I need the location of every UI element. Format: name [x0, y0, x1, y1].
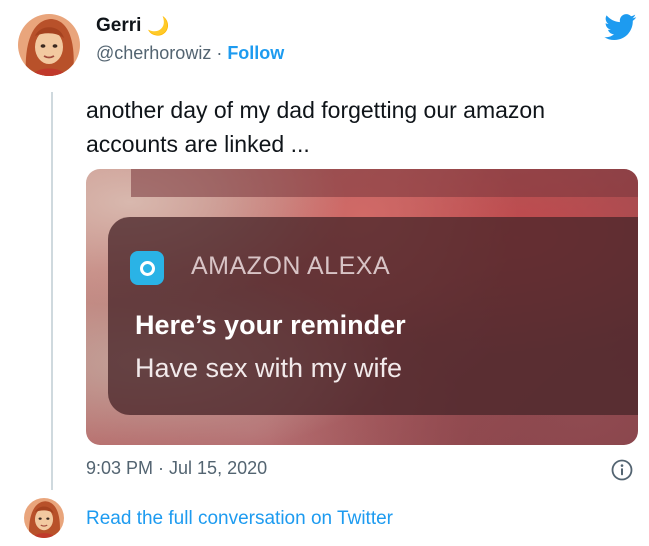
author-handle[interactable]: @cherhorowiz — [96, 43, 211, 64]
alexa-notification-card: AMAZON ALEXA Here’s your reminder Have s… — [108, 217, 638, 415]
notification-app-name: AMAZON ALEXA — [191, 252, 391, 280]
reader-avatar — [24, 498, 64, 538]
thread-connector-line — [51, 92, 53, 490]
author-display-name[interactable]: Gerri — [96, 15, 141, 37]
read-full-conversation-link[interactable]: Read the full conversation on Twitter — [86, 508, 393, 530]
background-notification-edge — [131, 169, 638, 197]
notification-body: Have sex with my wife — [135, 353, 403, 383]
tweet-text: another day of my dad forgetting our ama… — [86, 97, 546, 157]
author-handle-row: @cherhorowiz · Follow — [96, 43, 284, 64]
twitter-bird-icon[interactable] — [604, 14, 637, 41]
notification-title: Here’s your reminder — [135, 310, 406, 340]
author-name-row: Gerri 🌙 — [96, 15, 170, 37]
tweet-timestamp[interactable]: 9:03 PM · Jul 15, 2020 — [86, 458, 267, 479]
separator-dot: · — [216, 43, 223, 63]
author-avatar[interactable] — [18, 14, 80, 76]
info-icon[interactable] — [611, 459, 633, 481]
alexa-app-icon — [130, 251, 164, 285]
tweet-media-image[interactable]: AMAZON ALEXA Here’s your reminder Have s… — [86, 169, 638, 445]
follow-button[interactable]: Follow — [227, 43, 284, 64]
crescent-moon-icon: 🌙 — [147, 16, 170, 36]
